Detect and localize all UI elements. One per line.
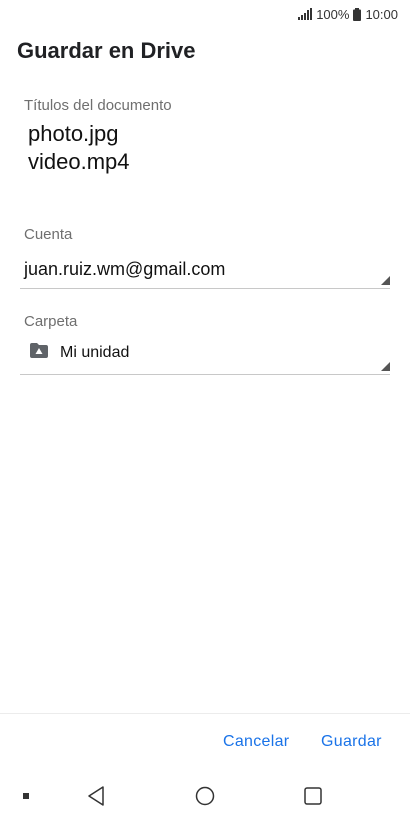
recents-icon[interactable] (301, 771, 325, 820)
documents-label: Títulos del documento (24, 97, 172, 114)
dot-icon[interactable] (18, 771, 34, 820)
status-time: 10:00 (365, 6, 398, 22)
documents-list: photo.jpg video.mp4 (28, 120, 130, 176)
account-label: Cuenta (24, 226, 73, 243)
folder-row: Mi unidad (30, 341, 129, 365)
drive-folder-icon (30, 343, 48, 363)
account-dropdown[interactable]: juan.ruiz.wm@gmail.com (20, 250, 390, 289)
battery-icon (353, 7, 362, 21)
save-button[interactable]: Guardar (321, 733, 382, 751)
action-bar: Cancelar Guardar (0, 713, 410, 772)
dropdown-arrow-icon (381, 362, 390, 371)
signal-icon (298, 8, 313, 20)
folder-label: Carpeta (24, 313, 78, 330)
document-item: photo.jpg (28, 121, 119, 146)
back-icon[interactable] (84, 771, 108, 820)
account-value: juan.ruiz.wm@gmail.com (24, 259, 226, 279)
folder-value: Mi unidad (60, 344, 130, 361)
dialog-title: Guardar en Drive (17, 38, 196, 63)
home-icon[interactable] (193, 771, 217, 820)
folder-dropdown[interactable]: Mi unidad (20, 341, 390, 375)
cancel-button[interactable]: Cancelar (223, 733, 289, 751)
document-item: video.mp4 (28, 149, 130, 174)
dropdown-arrow-icon (381, 276, 390, 285)
navigation-bar (0, 771, 410, 820)
battery-percent: 100% (316, 6, 350, 22)
status-bar: 100% 10:00 (0, 0, 410, 28)
